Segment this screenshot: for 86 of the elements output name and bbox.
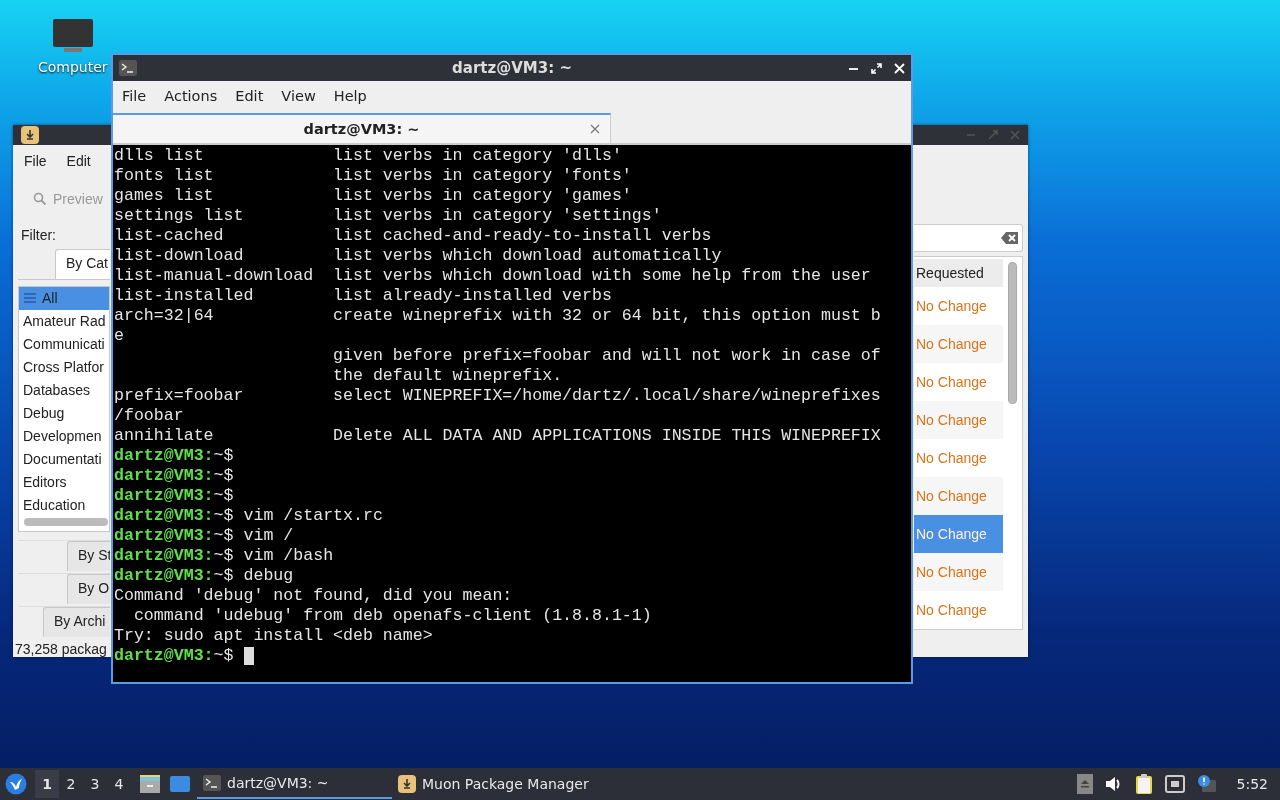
- terminal-prompt: dartz@VM3:~$: [114, 466, 234, 486]
- terminal-text: the default wineprefix.: [333, 366, 563, 386]
- category-item[interactable]: Developmen: [19, 425, 109, 448]
- list-icon: [24, 293, 36, 303]
- terminal-tab[interactable]: dartz@VM3: ~: [113, 113, 611, 143]
- terminal-text: list already-installed verbs: [333, 286, 612, 306]
- terminal-text: list-installed: [114, 286, 255, 306]
- terminal-prompt: dartz@VM3:~$ debug: [114, 566, 294, 586]
- terminal-icon: [119, 60, 137, 76]
- clear-icon[interactable]: [1001, 232, 1018, 244]
- category-item[interactable]: Education: [19, 494, 109, 517]
- category-item[interactable]: Documentati: [19, 448, 109, 471]
- scrollbar[interactable]: [24, 518, 108, 526]
- menu-item[interactable]: Edit: [226, 88, 273, 104]
- terminal-text: list verbs which download automatically: [333, 246, 722, 266]
- package-icon: [398, 775, 416, 793]
- file-cabinet-icon[interactable]: [139, 774, 161, 794]
- menu-item[interactable]: Help: [324, 88, 376, 104]
- category-item[interactable]: Amateur Rad: [19, 310, 109, 333]
- window-title: dartz@VM3: ~: [452, 59, 572, 77]
- terminal-text: Command 'debug' not found, did you mean:: [114, 586, 513, 606]
- scrollbar[interactable]: [1008, 262, 1017, 404]
- terminal-text: select WINEPREFIX=/home/dartz/.local/share/wineprefixes: [333, 386, 881, 406]
- terminal-prompt: dartz@VM3:~$: [114, 486, 234, 506]
- clock[interactable]: 5:52: [1236, 776, 1268, 792]
- terminal-text: settings list: [114, 206, 245, 226]
- terminal-text: Try: sudo apt install <deb name>: [114, 626, 433, 646]
- menu-item[interactable]: File: [113, 88, 156, 104]
- terminal-text: command 'udebug' from deb openafs-client (1.8.8.1-1): [132, 606, 652, 626]
- category-item[interactable]: Communicati: [19, 333, 109, 356]
- terminal-text: Delete ALL DATA AND APPLICATIONS INSIDE THIS WINEPREFIX: [333, 426, 881, 446]
- filter-field[interactable]: [914, 224, 1023, 252]
- taskbar-button[interactable]: Muon Package Manager: [392, 769, 595, 799]
- terminal-text: arch=32|64: [114, 306, 215, 326]
- network-icon[interactable]: [1164, 775, 1185, 793]
- menu-item[interactable]: File: [24, 153, 47, 169]
- menu-item[interactable]: Edit: [66, 153, 91, 169]
- terminal-text: annihilate: [114, 426, 215, 446]
- category-item[interactable]: Debug: [19, 402, 109, 425]
- terminal-text: list-manual-download: [114, 266, 315, 286]
- workspace-button[interactable]: 1: [35, 770, 59, 798]
- terminal-prompt: dartz@VM3:~$ vim /startx.rc: [114, 506, 383, 526]
- start-menu-icon[interactable]: [5, 773, 27, 795]
- terminal-text: list-cached: [114, 226, 225, 246]
- monitor-icon[interactable]: [51, 18, 94, 54]
- notification-icon[interactable]: [1196, 774, 1217, 794]
- terminal-text: list verbs in category 'settings': [333, 206, 662, 226]
- filter-label: Filter:: [20, 226, 57, 245]
- workspace-button[interactable]: 2: [59, 770, 83, 798]
- terminal-text: list verbs in category 'games': [333, 186, 632, 206]
- eject-icon[interactable]: [1076, 774, 1093, 794]
- desktop-icon[interactable]: [169, 775, 191, 793]
- taskbar-button[interactable]: dartz@VM3: ~: [197, 769, 392, 799]
- terminal-icon: [203, 775, 221, 791]
- menu-item[interactable]: View: [272, 88, 325, 104]
- terminal-text: fonts list: [114, 166, 215, 186]
- category-item[interactable]: Editors: [19, 471, 109, 494]
- category-item[interactable]: Databases: [19, 379, 109, 402]
- category-item[interactable]: All: [19, 287, 109, 310]
- filter-tab[interactable]: By Archi: [43, 607, 110, 637]
- column-header[interactable]: Requested: [914, 259, 1003, 287]
- terminal-text: e: [114, 326, 124, 346]
- terminal-text: prefix=foobar: [114, 386, 245, 406]
- terminal-text: list verbs which download with some help from the user: [333, 266, 871, 286]
- terminal-text: list cached-and-ready-to-install verbs: [333, 226, 712, 246]
- terminal-text: given before prefix=foobar and will not work in case of: [333, 346, 881, 366]
- terminal-text: list verbs in category 'dlls': [333, 146, 622, 166]
- clipboard-icon[interactable]: [1134, 773, 1153, 795]
- terminal-text: create wineprefix with 32 or 64 bit, this option must b: [333, 306, 881, 326]
- filter-tab[interactable]: By O: [67, 574, 110, 604]
- terminal-prompt: dartz@VM3:~$ vim /bash: [114, 546, 334, 566]
- category-item[interactable]: Cross Platfor: [19, 356, 109, 379]
- status-text: 73,258 packag: [15, 641, 108, 657]
- terminal-prompt: dartz@VM3:~$: [114, 646, 234, 666]
- filter-tab[interactable]: By Cat: [55, 249, 110, 279]
- search-icon: [33, 192, 47, 206]
- workspace-button[interactable]: 4: [107, 770, 131, 798]
- terminal-text: dlls list: [114, 146, 205, 166]
- terminal-text: list verbs in category 'fonts': [333, 166, 632, 186]
- terminal-prompt: dartz@VM3:~$ vim /: [114, 526, 294, 546]
- terminal-text: games list: [114, 186, 215, 206]
- workspace-button[interactable]: 3: [83, 770, 107, 798]
- terminal-text: /foobar: [114, 406, 184, 426]
- menu-item[interactable]: Actions: [155, 88, 227, 104]
- terminal-prompt: dartz@VM3:~$: [114, 446, 234, 466]
- terminal-text: list-download: [114, 246, 245, 266]
